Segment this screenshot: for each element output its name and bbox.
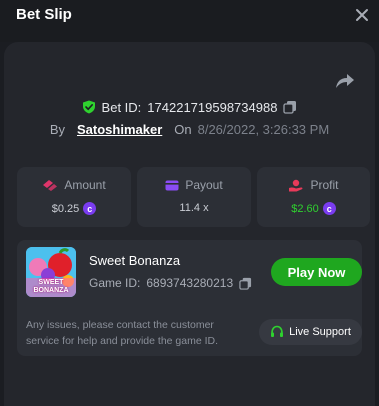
wallet-icon <box>165 180 179 191</box>
shield-check-icon <box>82 100 95 114</box>
hand-coin-icon <box>289 179 303 191</box>
profit-label: Profit <box>310 178 339 192</box>
bet-date: 8/26/2022, 3:26:33 PM <box>197 121 330 137</box>
game-thumbnail[interactable]: SWEET BONANZA <box>26 247 76 297</box>
headset-icon <box>271 325 284 337</box>
header: Bet Slip <box>0 0 379 42</box>
share-icon[interactable] <box>335 72 355 90</box>
page-title: Bet Slip <box>16 6 72 23</box>
stat-amount: Amount $0.25 c <box>17 167 131 227</box>
amount-label: Amount <box>64 178 106 192</box>
bet-id-label: Bet ID: <box>101 99 142 115</box>
game-name: Sweet Bonanza <box>89 253 181 268</box>
amount-value: $0.25 <box>51 202 80 215</box>
live-support-label: Live Support <box>289 326 351 338</box>
game-card: SWEET BONANZA Sweet Bonanza Game ID: 689… <box>17 240 362 356</box>
bet-meta-row: By Satoshimaker On 8/26/2022, 3:26:33 PM <box>0 120 379 138</box>
username-link[interactable]: Satoshimaker <box>77 122 162 137</box>
help-text: Any issues, please contact the customer … <box>26 319 219 347</box>
copy-icon[interactable] <box>239 277 252 290</box>
copy-icon[interactable] <box>283 100 297 114</box>
thumbnail-title-line-1: SWEET <box>38 279 64 286</box>
bet-id-row: Bet ID: 174221719598734988 <box>0 98 379 116</box>
coin-icon: c <box>322 202 336 215</box>
stat-payout: Payout 11.4 x <box>137 167 251 227</box>
game-id-value: 6893743280213 <box>146 276 234 290</box>
payout-value: 11.4 x <box>179 202 209 214</box>
bet-chips-icon <box>43 180 58 191</box>
play-now-button[interactable]: Play Now <box>271 258 362 286</box>
live-support-button[interactable]: Live Support <box>259 319 362 345</box>
game-id-row: Game ID: 6893743280213 <box>89 276 252 290</box>
close-icon[interactable] <box>352 5 372 25</box>
game-id-label: Game ID: <box>89 276 141 290</box>
coin-icon: c <box>83 202 97 215</box>
on-label: On <box>174 121 192 137</box>
thumbnail-title-line-2: BONANZA <box>33 287 69 294</box>
by-label: By <box>49 121 65 137</box>
stat-profit: Profit $2.60 c <box>257 167 370 227</box>
profit-value: $2.60 <box>291 202 319 215</box>
payout-label: Payout <box>185 178 223 192</box>
bet-id-value: 174221719598734988 <box>147 99 278 115</box>
